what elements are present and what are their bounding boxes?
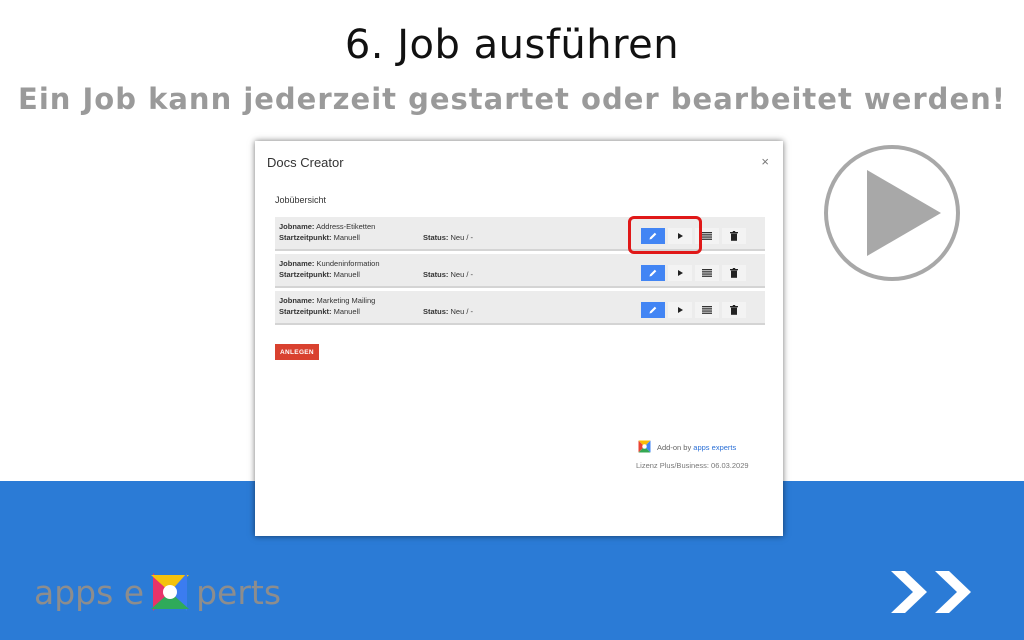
logo-text-left: apps e: [34, 572, 145, 612]
docs-creator-dialog: Docs Creator × Jobübersicht Jobname: Add…: [255, 141, 783, 536]
job-start-label: Startzeitpunkt:: [279, 270, 332, 279]
license-info: Lizenz Plus/Business: 06.03.2029: [636, 461, 749, 470]
delete-job-button[interactable]: [722, 302, 746, 318]
job-name: Jobname: Kundeninformation: [279, 259, 380, 268]
list-icon: [702, 232, 712, 240]
job-status-label: Status:: [423, 233, 449, 242]
edit-job-button[interactable]: [641, 265, 665, 281]
trash-icon: [730, 231, 738, 241]
addon-prefix: Add-on by: [657, 443, 692, 452]
job-start-value: Manuell: [333, 270, 360, 279]
slide-subtitle: Ein Job kann jederzeit gestartet oder be…: [18, 82, 1006, 116]
close-icon[interactable]: ×: [761, 154, 769, 169]
job-start: Startzeitpunkt: Manuell: [279, 270, 360, 279]
job-start-label: Startzeitpunkt:: [279, 233, 332, 242]
job-start: Startzeitpunkt: Manuell: [279, 307, 360, 316]
job-status-value: Neu / -: [450, 270, 474, 279]
play-icon: [678, 307, 683, 313]
job-status-label: Status:: [423, 270, 449, 279]
list-icon: [702, 306, 712, 314]
double-chevron-right-icon[interactable]: [887, 567, 987, 617]
job-status-value: Neu / -: [450, 233, 474, 242]
delete-job-button[interactable]: [722, 228, 746, 244]
job-status-label: Status:: [423, 307, 449, 316]
dialog-title: Docs Creator: [267, 155, 344, 170]
delete-job-button[interactable]: [722, 265, 746, 281]
play-circle-icon[interactable]: [823, 144, 961, 282]
job-name-label: Jobname:: [279, 222, 315, 231]
edit-job-button[interactable]: [641, 302, 665, 318]
addon-link[interactable]: apps experts: [693, 443, 736, 452]
job-name: Jobname: Address-Etiketten: [279, 222, 375, 231]
brand-logo: apps e perts: [34, 562, 281, 622]
job-name-label: Jobname:: [279, 259, 315, 268]
trash-icon: [730, 305, 738, 315]
job-status-value: Neu / -: [450, 307, 474, 316]
section-label: Jobübersicht: [275, 195, 327, 205]
slide-title: 6. Job ausführen: [344, 22, 680, 68]
create-job-button[interactable]: ANLEGEN: [275, 344, 319, 360]
job-name-label: Jobname:: [279, 296, 315, 305]
list-icon: [702, 269, 712, 277]
job-log-button[interactable]: [695, 265, 719, 281]
job-name-value: Address-Etiketten: [316, 222, 376, 231]
logo-text-right: perts: [196, 572, 282, 612]
job-status: Status: Neu / -: [423, 233, 473, 242]
logo-x-icon: [151, 573, 190, 611]
job-name-value: Kundeninformation: [316, 259, 380, 268]
job-status: Status: Neu / -: [423, 307, 473, 316]
pencil-icon: [649, 269, 657, 277]
job-row: Jobname: Marketing Mailing Startzeitpunk…: [275, 291, 765, 325]
pencil-icon: [649, 306, 657, 314]
job-start-label: Startzeitpunkt:: [279, 307, 332, 316]
run-job-button[interactable]: [668, 302, 692, 318]
job-start: Startzeitpunkt: Manuell: [279, 233, 360, 242]
edit-run-highlight: [628, 216, 702, 254]
job-start-value: Manuell: [333, 307, 360, 316]
run-job-button[interactable]: [668, 265, 692, 281]
job-start-value: Manuell: [333, 233, 360, 242]
job-name-value: Marketing Mailing: [316, 296, 376, 305]
job-log-button[interactable]: [695, 302, 719, 318]
play-icon: [678, 270, 683, 276]
job-status: Status: Neu / -: [423, 270, 473, 279]
trash-icon: [730, 268, 738, 278]
job-name: Jobname: Marketing Mailing: [279, 296, 375, 305]
job-row: Jobname: Kundeninformation Startzeitpunk…: [275, 254, 765, 288]
addon-credit: Add-on by apps experts: [657, 443, 736, 452]
apps-experts-logo-icon: [638, 440, 651, 453]
